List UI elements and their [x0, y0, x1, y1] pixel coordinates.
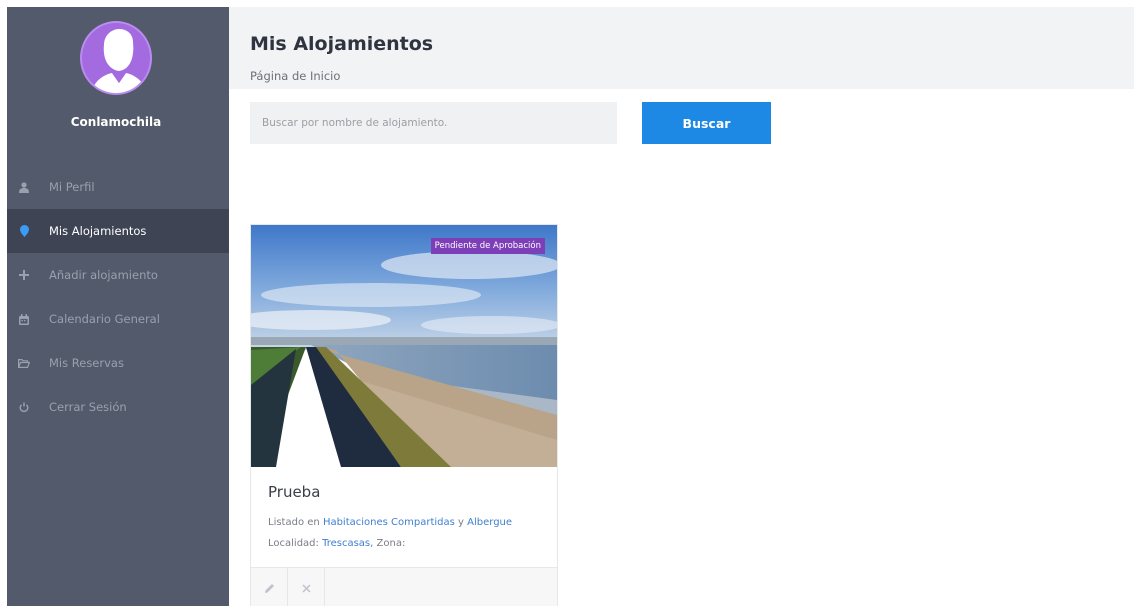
- sidebar-menu: Mi Perfil Mis Alojamientos Añadir alojam…: [7, 165, 229, 429]
- listing-title[interactable]: Prueba: [268, 483, 320, 501]
- locality-label: Localidad:: [268, 538, 319, 549]
- search-button[interactable]: Buscar: [642, 102, 771, 144]
- page-title: Mis Alojamientos: [250, 33, 434, 55]
- sidebar-item-cerrar-sesion[interactable]: Cerrar Sesión: [7, 385, 229, 429]
- locality-link[interactable]: Trescasas: [322, 538, 370, 549]
- map-marker-icon: [15, 225, 33, 237]
- sidebar-item-mis-reservas[interactable]: Mis Reservas: [7, 341, 229, 385]
- connector-text: y: [458, 517, 464, 528]
- category-link-habitaciones-compartidas[interactable]: Habitaciones Compartidas: [323, 517, 455, 528]
- sidebar-item-mis-alojamientos[interactable]: Mis Alojamientos: [7, 209, 229, 253]
- folder-open-icon: [15, 358, 33, 368]
- sidebar-item-label: Mis Reservas: [49, 356, 124, 370]
- plus-icon: [15, 270, 33, 280]
- category-link-albergue[interactable]: Albergue: [467, 517, 512, 528]
- user-avatar-icon: [90, 29, 148, 93]
- pencil-icon: [264, 583, 274, 593]
- zone-label: , Zona:: [370, 538, 406, 549]
- sidebar: Conlamochila Mi Perfil Mis Alojamientos …: [7, 7, 229, 606]
- sidebar-item-calendario-general[interactable]: Calendario General: [7, 297, 229, 341]
- listing-categories: Listado en Habitaciones Compartidas y Al…: [268, 517, 512, 528]
- sidebar-item-label: Cerrar Sesión: [49, 400, 127, 414]
- page-header: Mis Alojamientos Página de Inicio: [229, 7, 1134, 89]
- listing-actions: [251, 567, 557, 606]
- username: Conlamochila: [70, 115, 162, 129]
- power-icon: [15, 402, 33, 412]
- search-input[interactable]: [250, 102, 617, 144]
- listed-prefix: Listado en: [268, 517, 320, 528]
- delete-button[interactable]: [288, 568, 325, 606]
- listing-photo[interactable]: Pendiente de Aprobación: [251, 225, 557, 467]
- sidebar-item-label: Añadir alojamiento: [49, 268, 158, 282]
- listing-card[interactable]: Pendiente de Aprobación Prueba Listado e…: [250, 224, 558, 606]
- user-icon: [15, 181, 33, 193]
- listing-location: Localidad: Trescasas, Zona:: [268, 538, 405, 549]
- avatar[interactable]: [80, 21, 152, 95]
- sidebar-item-label: Mi Perfil: [49, 180, 95, 194]
- calendar-icon: [15, 313, 33, 325]
- edit-button[interactable]: [251, 568, 288, 606]
- breadcrumb[interactable]: Página de Inicio: [250, 69, 340, 83]
- beach-photo-image: [251, 225, 557, 467]
- sidebar-item-label: Mis Alojamientos: [49, 224, 147, 238]
- sidebar-item-label: Calendario General: [49, 312, 160, 326]
- sidebar-item-mi-perfil[interactable]: Mi Perfil: [7, 165, 229, 209]
- sidebar-item-anadir-alojamiento[interactable]: Añadir alojamiento: [7, 253, 229, 297]
- status-badge: Pendiente de Aprobación: [430, 238, 545, 254]
- close-icon: [301, 583, 311, 593]
